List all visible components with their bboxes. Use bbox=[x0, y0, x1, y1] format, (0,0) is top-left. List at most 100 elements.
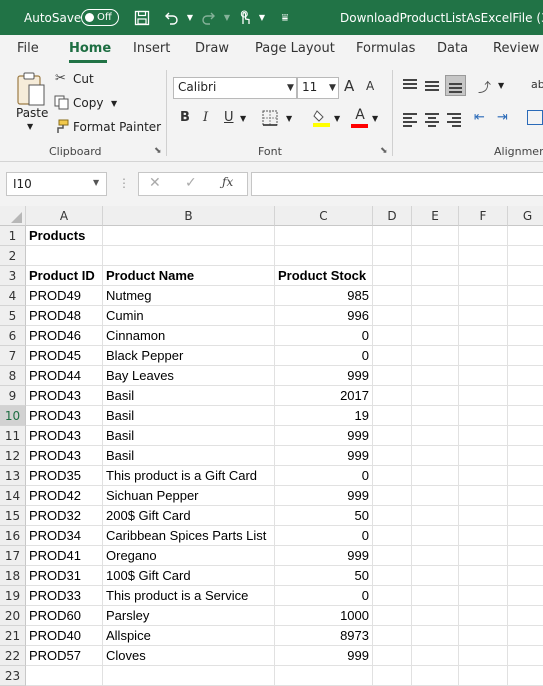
cut-label[interactable]: Cut bbox=[73, 72, 94, 86]
cell-f12[interactable] bbox=[459, 446, 508, 466]
underline-dropdown-icon[interactable]: ▼ bbox=[240, 114, 246, 123]
cell-g13[interactable] bbox=[508, 466, 543, 486]
cell-e12[interactable] bbox=[412, 446, 459, 466]
cell-f11[interactable] bbox=[459, 426, 508, 446]
cell-a23[interactable] bbox=[26, 666, 103, 686]
cell-g4[interactable] bbox=[508, 286, 543, 306]
cell-c3[interactable]: Product Stock bbox=[275, 266, 373, 286]
undo-icon[interactable] bbox=[162, 0, 180, 35]
align-left-icon[interactable] bbox=[403, 112, 419, 127]
row-header-6[interactable]: 6 bbox=[0, 326, 26, 346]
cell-f6[interactable] bbox=[459, 326, 508, 346]
cell-e14[interactable] bbox=[412, 486, 459, 506]
cell-g18[interactable] bbox=[508, 566, 543, 586]
undo-dropdown-icon[interactable]: ▼ bbox=[181, 0, 199, 35]
row-header-8[interactable]: 8 bbox=[0, 366, 26, 386]
cell-b1[interactable] bbox=[103, 226, 275, 246]
cell-f2[interactable] bbox=[459, 246, 508, 266]
cell-d17[interactable] bbox=[373, 546, 412, 566]
cell-g7[interactable] bbox=[508, 346, 543, 366]
cell-c2[interactable] bbox=[275, 246, 373, 266]
cell-d1[interactable] bbox=[373, 226, 412, 246]
increase-indent-icon[interactable]: ⇥ bbox=[497, 110, 508, 125]
cell-a12[interactable]: PROD43 bbox=[26, 446, 103, 466]
cell-d12[interactable] bbox=[373, 446, 412, 466]
column-header-c[interactable]: C bbox=[275, 206, 373, 226]
tab-insert[interactable]: Insert bbox=[133, 41, 170, 56]
paste-label[interactable]: Paste bbox=[16, 106, 48, 120]
format-painter-label[interactable]: Format Painter bbox=[73, 120, 161, 134]
save-icon[interactable] bbox=[133, 0, 151, 35]
cell-e13[interactable] bbox=[412, 466, 459, 486]
cell-f15[interactable] bbox=[459, 506, 508, 526]
cell-g22[interactable] bbox=[508, 646, 543, 666]
font-launcher-icon[interactable]: ⬊ bbox=[380, 146, 388, 156]
cell-b23[interactable] bbox=[103, 666, 275, 686]
scissors-icon[interactable]: ✂ bbox=[55, 71, 66, 86]
cell-a7[interactable]: PROD45 bbox=[26, 346, 103, 366]
cell-b10[interactable]: Basil bbox=[103, 406, 275, 426]
cell-b21[interactable]: Allspice bbox=[103, 626, 275, 646]
italic-button[interactable]: I bbox=[203, 110, 208, 125]
cell-f7[interactable] bbox=[459, 346, 508, 366]
cell-b6[interactable]: Cinnamon bbox=[103, 326, 275, 346]
cell-e18[interactable] bbox=[412, 566, 459, 586]
cell-d7[interactable] bbox=[373, 346, 412, 366]
cell-d10[interactable] bbox=[373, 406, 412, 426]
cell-d8[interactable] bbox=[373, 366, 412, 386]
cell-b14[interactable]: Sichuan Pepper bbox=[103, 486, 275, 506]
cell-b15[interactable]: 200$ Gift Card bbox=[103, 506, 275, 526]
cell-b20[interactable]: Parsley bbox=[103, 606, 275, 626]
grow-font-button[interactable]: A bbox=[344, 77, 354, 95]
cell-a21[interactable]: PROD40 bbox=[26, 626, 103, 646]
cell-e17[interactable] bbox=[412, 546, 459, 566]
orientation-icon[interactable]: ⤴ bbox=[478, 77, 491, 96]
name-box-dropdown-icon[interactable]: ▼ bbox=[93, 178, 99, 187]
cell-c19[interactable]: 0 bbox=[275, 586, 373, 606]
row-header-1[interactable]: 1 bbox=[0, 226, 26, 246]
top-align-icon[interactable] bbox=[403, 78, 419, 92]
cell-g19[interactable] bbox=[508, 586, 543, 606]
row-header-22[interactable]: 22 bbox=[0, 646, 26, 666]
cell-d14[interactable] bbox=[373, 486, 412, 506]
decrease-indent-icon[interactable]: ⇤ bbox=[474, 110, 485, 125]
cell-e3[interactable] bbox=[412, 266, 459, 286]
name-box[interactable]: I10 bbox=[6, 172, 107, 196]
row-header-19[interactable]: 19 bbox=[0, 586, 26, 606]
cell-f13[interactable] bbox=[459, 466, 508, 486]
cell-e1[interactable] bbox=[412, 226, 459, 246]
insert-function-icon[interactable]: ƒx bbox=[222, 175, 233, 189]
row-header-18[interactable]: 18 bbox=[0, 566, 26, 586]
cell-c21[interactable]: 8973 bbox=[275, 626, 373, 646]
tab-data[interactable]: Data bbox=[437, 41, 468, 56]
cell-f23[interactable] bbox=[459, 666, 508, 686]
cell-d20[interactable] bbox=[373, 606, 412, 626]
paste-icon[interactable] bbox=[14, 70, 48, 108]
cell-d23[interactable] bbox=[373, 666, 412, 686]
bold-button[interactable]: B bbox=[180, 110, 190, 125]
cell-g23[interactable] bbox=[508, 666, 543, 686]
formula-input[interactable] bbox=[251, 172, 543, 196]
row-header-23[interactable]: 23 bbox=[0, 666, 26, 686]
cell-b5[interactable]: Cumin bbox=[103, 306, 275, 326]
cell-e4[interactable] bbox=[412, 286, 459, 306]
cell-c7[interactable]: 0 bbox=[275, 346, 373, 366]
fill-color-icon[interactable] bbox=[313, 108, 331, 131]
cell-c6[interactable]: 0 bbox=[275, 326, 373, 346]
align-center-icon[interactable] bbox=[425, 112, 441, 127]
row-header-10[interactable]: 10 bbox=[0, 406, 26, 426]
cell-d9[interactable] bbox=[373, 386, 412, 406]
cell-e9[interactable] bbox=[412, 386, 459, 406]
cell-g16[interactable] bbox=[508, 526, 543, 546]
cell-d5[interactable] bbox=[373, 306, 412, 326]
cell-b17[interactable]: Oregano bbox=[103, 546, 275, 566]
cell-d3[interactable] bbox=[373, 266, 412, 286]
cell-c1[interactable] bbox=[275, 226, 373, 246]
cell-d15[interactable] bbox=[373, 506, 412, 526]
cell-c11[interactable]: 999 bbox=[275, 426, 373, 446]
wrap-text-icon[interactable]: ab bbox=[531, 78, 543, 91]
cell-c18[interactable]: 50 bbox=[275, 566, 373, 586]
cell-d13[interactable] bbox=[373, 466, 412, 486]
cell-c16[interactable]: 0 bbox=[275, 526, 373, 546]
cell-a15[interactable]: PROD32 bbox=[26, 506, 103, 526]
